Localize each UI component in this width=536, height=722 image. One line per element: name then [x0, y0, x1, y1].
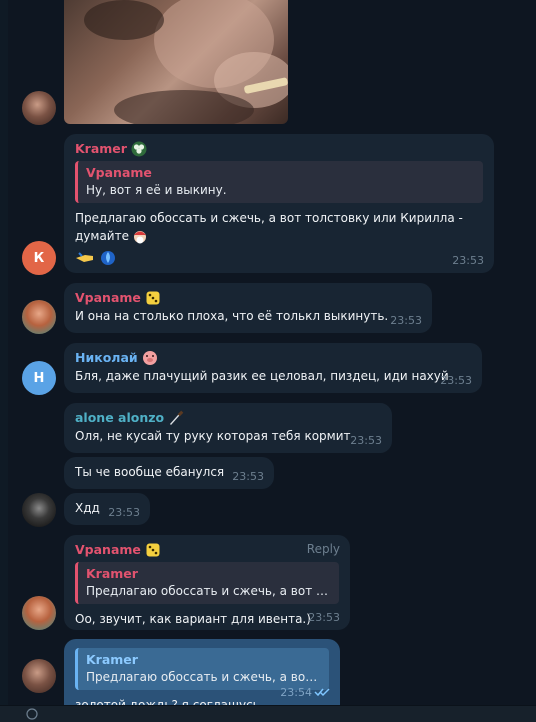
avatar-kramer[interactable]: К — [22, 241, 56, 275]
clover-badge-icon — [131, 141, 147, 157]
avatar-photo-sender[interactable] — [22, 91, 56, 125]
message-time: 23:53 — [108, 506, 140, 519]
reply-quote[interactable]: Kramer Предлагаю обоссать и сжечь, а вот… — [75, 562, 339, 604]
message-text: Оля, не кусай ту руку которая тебя корми… — [75, 429, 351, 443]
custom-emoji-row — [75, 249, 483, 265]
quote-text: Предлагаю обоссать и сжечь, а вот то... — [86, 584, 331, 598]
composer-bar[interactable] — [0, 705, 536, 722]
message-time: 23:53 — [440, 374, 472, 387]
knife-badge-icon — [170, 410, 184, 425]
avatar-letter: Н — [33, 370, 45, 386]
message-text-line2-row: думайте — [75, 227, 483, 245]
sender-name-text: Vpaname — [75, 290, 141, 305]
pointing-hand-emoji-icon — [76, 252, 93, 262]
emoji-icon[interactable] — [26, 708, 38, 720]
message-time: 23:53 — [350, 434, 382, 447]
quote-sender: Vpaname — [86, 165, 152, 180]
reply-quote[interactable]: Kramer Предлагаю обоссать и сжечь, а вот… — [75, 648, 329, 690]
avatar-alonzo[interactable] — [22, 493, 56, 527]
sender-name[interactable]: Vpaname — [75, 541, 339, 559]
left-edge-strip — [0, 0, 8, 722]
read-checkmarks-icon — [314, 688, 330, 697]
sender-name[interactable]: Николай — [75, 349, 471, 367]
sender-name-text: Kramer — [75, 141, 127, 156]
quote-sender: Kramer — [86, 566, 138, 581]
message-bubble-kramer[interactable]: Kramer Vpaname Ну, вот я её и выкину. Пр… — [64, 134, 494, 273]
message-text: Бля, даже плачущий разик ее целовал, пиз… — [75, 369, 449, 383]
sender-name-text: Николай — [75, 350, 138, 365]
message-time: 23:53 — [390, 314, 422, 327]
dice-badge-icon — [146, 543, 160, 557]
message-bubble-vpaname-reply[interactable]: Vpaname Reply Kramer Предлагаю обоссать … — [64, 535, 350, 630]
message-clip-region: Kramer Предлагаю обоссать и сжечь, а вот… — [64, 639, 340, 705]
sender-name[interactable]: Vpaname — [75, 289, 421, 307]
chat-history[interactable]: К Kramer Vpaname Ну, вот я её и выкину. … — [8, 0, 528, 722]
message-text: И она на столько плоха, что её толькл вы… — [75, 309, 389, 323]
sender-name-text: alone alonzo — [75, 410, 165, 425]
message-time: 23:54 — [280, 686, 312, 699]
quote-text: Предлагаю обоссать и сжечь, а вот ... — [86, 670, 321, 684]
message-time: 23:53 — [452, 254, 484, 267]
message-text: Оо, звучит, как вариант для ивента.) — [75, 612, 311, 626]
sender-name-text: Vpaname — [75, 542, 141, 557]
sender-name[interactable]: alone alonzo — [75, 409, 381, 427]
message-bubble-nikolai[interactable]: Николай Бля, даже плачущий разик ее цело… — [64, 343, 482, 393]
photo-message[interactable] — [64, 0, 288, 124]
message-text-line1: Предлагаю обоссать и сжечь, а вот толсто… — [75, 211, 463, 225]
message-bubble-alonzo-3[interactable]: Хдд 23:53 — [64, 493, 150, 525]
reply-button[interactable]: Reply — [307, 542, 340, 556]
avatar-nikolai[interactable]: Н — [22, 361, 56, 395]
message-time: 23:53 — [308, 611, 340, 624]
photo-image — [84, 0, 288, 124]
avatar-self[interactable] — [22, 659, 56, 693]
reply-quote[interactable]: Vpaname Ну, вот я её и выкину. — [75, 161, 483, 203]
blue-flame-emoji-icon — [101, 251, 115, 265]
avatar-vpaname-2[interactable] — [22, 596, 56, 630]
message-bubble-vpaname[interactable]: Vpaname И она на столько плоха, что её т… — [64, 283, 432, 333]
sender-name[interactable]: Kramer — [75, 140, 483, 158]
avatar-letter: К — [33, 250, 45, 266]
message-bubble-outgoing[interactable]: Kramer Предлагаю обоссать и сжечь, а вот… — [64, 639, 340, 705]
santa-emoji-icon — [133, 231, 146, 244]
message-bubble-alonzo[interactable]: alone alonzo Оля, не кусай ту руку котор… — [64, 403, 392, 453]
message-text-line2: думайте — [75, 229, 129, 243]
dice-badge-icon — [146, 291, 160, 305]
quote-text: Ну, вот я её и выкину. — [86, 183, 227, 197]
message-time: 23:53 — [232, 470, 264, 483]
message-bubble-alonzo-2[interactable]: Ты че вообще ебанулся 23:53 — [64, 457, 274, 489]
quote-sender: Kramer — [86, 652, 138, 667]
avatar-vpaname[interactable] — [22, 300, 56, 334]
pig-badge-icon — [142, 351, 157, 365]
